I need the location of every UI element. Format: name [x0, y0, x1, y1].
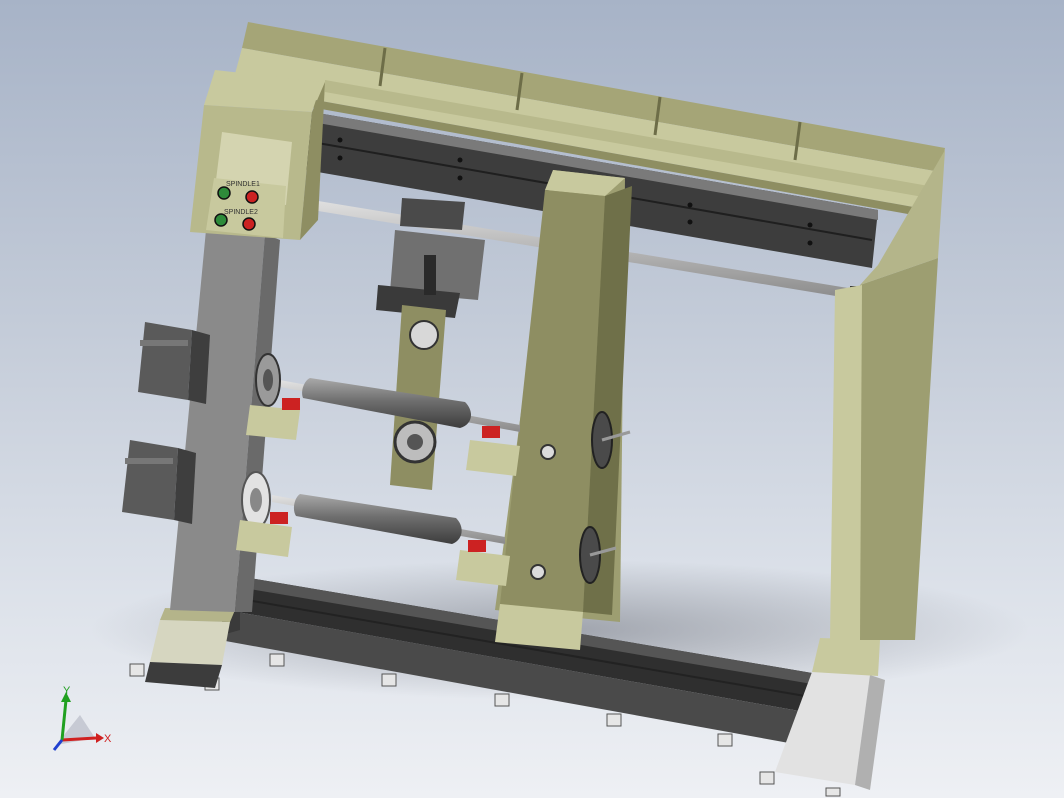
servo-motor-lower[interactable]: [122, 440, 196, 524]
bearing-blocks[interactable]: [236, 398, 520, 586]
stop-button-2[interactable]: [242, 217, 256, 231]
panel-label-bottom: SPINDLE2: [224, 209, 258, 216]
panel-label-top: SPINDLE1: [226, 181, 260, 188]
coordinate-triad: X Y: [52, 685, 112, 751]
assembly-model[interactable]: SPINDLE1 SPINDLE2 X Y: [0, 0, 1064, 798]
servo-motor-upper[interactable]: [138, 322, 210, 404]
triad-z-axis: [52, 739, 64, 751]
triad-y-label: Y: [63, 685, 71, 697]
center-carriage[interactable]: [376, 198, 485, 490]
graphics-viewport[interactable]: SPINDLE1 SPINDLE2 X Y: [0, 0, 1064, 798]
start-button-2[interactable]: [214, 213, 228, 227]
stop-button-1[interactable]: [245, 190, 259, 204]
start-button-1[interactable]: [217, 186, 231, 200]
triad-x-axis: [61, 736, 97, 742]
triad-x-label: X: [104, 733, 112, 745]
